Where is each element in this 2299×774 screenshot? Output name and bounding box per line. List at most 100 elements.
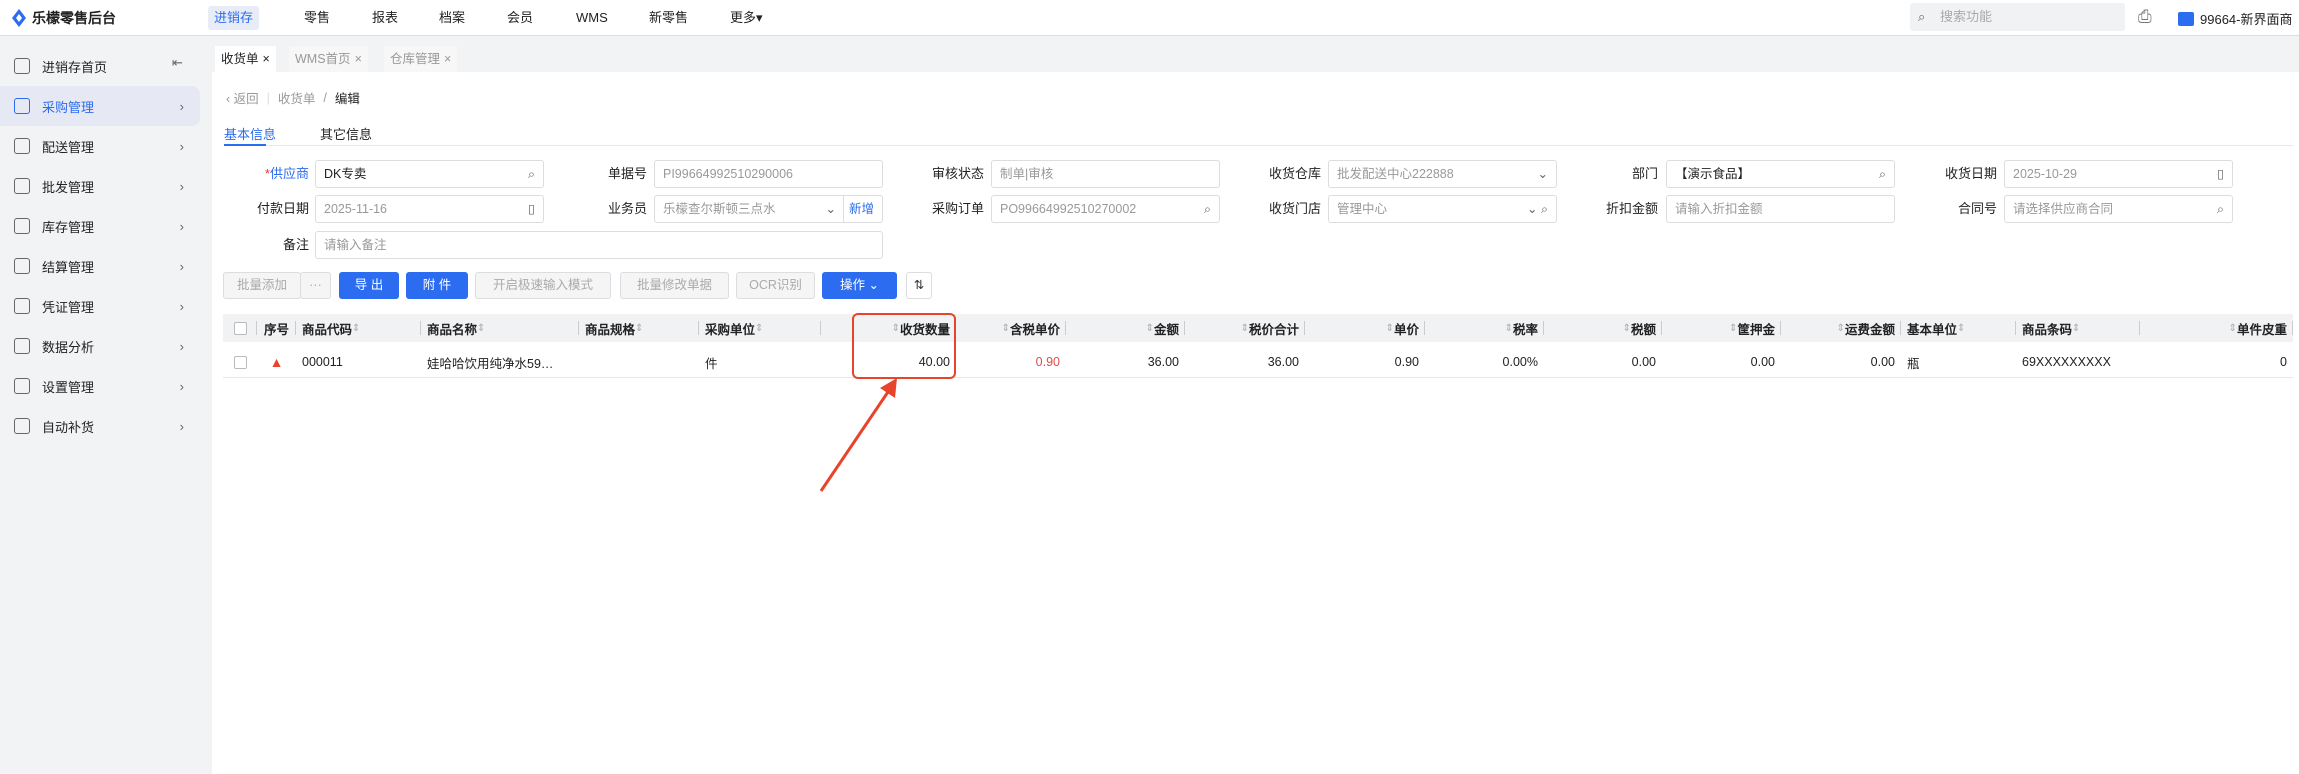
sort-icon[interactable]: ⇕ — [1623, 323, 1631, 334]
doc_no-field[interactable]: PI99664992510290006 — [654, 160, 883, 188]
sort-icon[interactable]: ⇕ — [352, 323, 360, 334]
sort-icon[interactable]: ⇕ — [1002, 323, 1010, 334]
column-header[interactable]: 商品规格 ⇕ — [579, 314, 699, 342]
batch-add-button[interactable]: 批量添加 — [223, 272, 301, 299]
sort-icon[interactable]: ⇕ — [2072, 323, 2080, 334]
discount-field[interactable]: 请输入折扣金额 — [1666, 195, 1895, 223]
column-header[interactable]: ⇕ 运费金额 — [1781, 314, 1901, 342]
column-header[interactable]: 商品名称 ⇕ — [421, 314, 579, 342]
sort-icon[interactable]: ⇕ — [1505, 323, 1513, 334]
sort-icon[interactable]: ⇕ — [477, 323, 485, 334]
column-header[interactable]: 商品代码 ⇕ — [296, 314, 421, 342]
topnav-label: 报表 — [372, 10, 399, 25]
audit_status-field[interactable]: 制单|审核 — [991, 160, 1220, 188]
sort-icon[interactable]: ⇕ — [1146, 323, 1154, 334]
sort-icon[interactable]: ⇕ — [1837, 323, 1845, 334]
sort-icon[interactable]: ⇕ — [635, 323, 643, 334]
sidebar-item[interactable]: 库存管理 › — [0, 206, 200, 246]
ocr-button[interactable]: OCR识别 — [736, 272, 815, 299]
topnav-item[interactable]: 零售 — [298, 6, 336, 30]
export-button[interactable]: 导 出 — [339, 272, 399, 299]
sort-icon[interactable]: ⇕ — [2229, 323, 2237, 334]
tab-basic-info[interactable]: 基本信息 — [224, 124, 276, 143]
column-header[interactable]: 基本单位 ⇕ — [1901, 314, 2016, 342]
supplier-field[interactable]: DK专卖 ⌕ — [315, 160, 544, 188]
topnav-item[interactable]: 报表 — [366, 6, 404, 30]
sidebar-item[interactable]: 数据分析 › — [0, 326, 200, 366]
search-icon[interactable]: ⌄ ⌕ — [1527, 196, 1548, 222]
column-header[interactable]: ⇕ 税额 — [1544, 314, 1662, 342]
sort-icon[interactable]: ⇕ — [1386, 323, 1394, 334]
sort-icon[interactable]: ⇕ — [1241, 323, 1249, 334]
batch-edit-button[interactable]: 批量修改单据 — [620, 272, 729, 299]
sidebar-item[interactable]: 自动补货 › — [0, 406, 200, 446]
topnav-item[interactable]: 进销存 — [208, 6, 260, 30]
attach-button[interactable]: 附 件 — [406, 272, 468, 299]
warning-icon[interactable]: ▲ — [270, 354, 284, 370]
warehouse-field[interactable]: 批发配送中心222888 ⌄ — [1328, 160, 1557, 188]
select-all-checkbox[interactable] — [233, 321, 247, 335]
column-settings-icon[interactable]: ⇅ — [906, 272, 932, 299]
topnav-item[interactable]: 更多▾ — [724, 6, 769, 30]
receive_date-field[interactable]: 2025-10-29 ▯ — [2004, 160, 2233, 188]
sort-icon[interactable]: ⇕ — [755, 323, 763, 334]
sidebar-item[interactable]: 结算管理 › — [0, 246, 200, 286]
calendar-icon[interactable]: ▯ — [528, 196, 535, 222]
row-checkbox[interactable] — [233, 355, 247, 369]
department-field[interactable]: 【演示食品】 ⌕ — [1666, 160, 1895, 188]
topnav-item[interactable]: 档案 — [433, 6, 471, 30]
sidebar-item[interactable]: 配送管理 › — [0, 126, 200, 166]
chevron-down-icon[interactable]: ⌄ — [1538, 161, 1548, 187]
row-select-cell[interactable] — [223, 347, 257, 377]
pay_date-field[interactable]: 2025-11-16 ▯ — [315, 195, 544, 223]
store-field[interactable]: 管理中心 ⌄ ⌕ — [1328, 195, 1557, 223]
sidebar-item[interactable]: 进销存首页 — [0, 46, 200, 86]
remark-field[interactable]: 请输入备注 — [315, 231, 883, 259]
sidebar-item[interactable]: 采购管理 › — [0, 86, 200, 126]
column-header[interactable]: ⇕ 含税单价 — [956, 314, 1066, 342]
tab[interactable]: WMS首页 × — [289, 46, 368, 72]
topnav-item[interactable]: WMS — [570, 6, 614, 30]
breadcrumb-parent[interactable]: 收货单 — [278, 88, 316, 107]
search-icon[interactable]: ⌕ — [2217, 196, 2224, 222]
more-button[interactable]: ··· — [300, 272, 331, 299]
column-header[interactable]: ⇕ 税价合计 — [1185, 314, 1305, 342]
tab-other-info[interactable]: 其它信息 — [320, 124, 372, 143]
operations-dropdown[interactable]: 操作 ⌄ — [822, 272, 897, 299]
fast-input-mode-button[interactable]: 开启极速输入模式 — [475, 272, 611, 299]
sidebar-item[interactable]: 凭证管理 › — [0, 286, 200, 326]
close-icon[interactable]: × — [263, 52, 270, 66]
search-icon[interactable]: ⌕ — [528, 161, 535, 187]
close-icon[interactable]: × — [355, 52, 362, 66]
sidebar-item[interactable]: 批发管理 › — [0, 166, 200, 206]
topnav-item[interactable]: 会员 — [501, 6, 539, 30]
column-header[interactable]: ⇕ 筐押金 — [1662, 314, 1781, 342]
close-icon[interactable]: × — [444, 52, 451, 66]
select-all-cell[interactable] — [223, 314, 257, 342]
search-icon[interactable]: ⌕ — [1204, 196, 1211, 222]
add-salesman-link[interactable]: 新增 — [842, 196, 874, 222]
tab[interactable]: 收货单 × — [215, 46, 276, 72]
column-header[interactable]: ⇕ 金额 — [1066, 314, 1185, 342]
column-header[interactable]: ⇕ 单价 — [1305, 314, 1425, 342]
column-header[interactable]: 采购单位 ⇕ — [699, 314, 821, 342]
column-header[interactable]: 商品条码 ⇕ — [2016, 314, 2140, 342]
contract-field[interactable]: 请选择供应商合同 ⌕ — [2004, 195, 2233, 223]
column-header[interactable]: ⇕ 单件皮重 — [2140, 314, 2293, 342]
table-row[interactable]: ▲ 000011 娃哈哈饮用纯净水59… 件 40.00 0.90 36.00 36.00 0.… — [223, 347, 2293, 378]
back-link[interactable]: ‹ 返回 — [226, 88, 259, 107]
app-logo[interactable]: 乐檬零售后台 — [12, 8, 116, 28]
topnav-item[interactable]: 新零售 — [643, 6, 694, 30]
purchase_order-field[interactable]: PO99664992510270002 ⌕ — [991, 195, 1220, 223]
store-selector[interactable]: 99664-新界面商 — [2178, 9, 2292, 28]
sidebar-item[interactable]: 设置管理 › — [0, 366, 200, 406]
printer-icon[interactable]: ⎙ — [2138, 7, 2152, 27]
search-input[interactable]: ⌕ 搜索功能 — [1910, 3, 2125, 31]
calendar-icon[interactable]: ▯ — [2217, 161, 2224, 187]
search-icon[interactable]: ⌕ — [1879, 161, 1886, 187]
sort-icon[interactable]: ⇕ — [1957, 323, 1965, 334]
column-header[interactable]: 序号 — [257, 314, 296, 342]
salesman-field[interactable]: 乐檬查尔斯顿三点水 ⌄ 新增 — [654, 195, 883, 223]
column-header[interactable]: ⇕ 税率 — [1425, 314, 1544, 342]
tab[interactable]: 仓库管理 × — [384, 46, 458, 72]
